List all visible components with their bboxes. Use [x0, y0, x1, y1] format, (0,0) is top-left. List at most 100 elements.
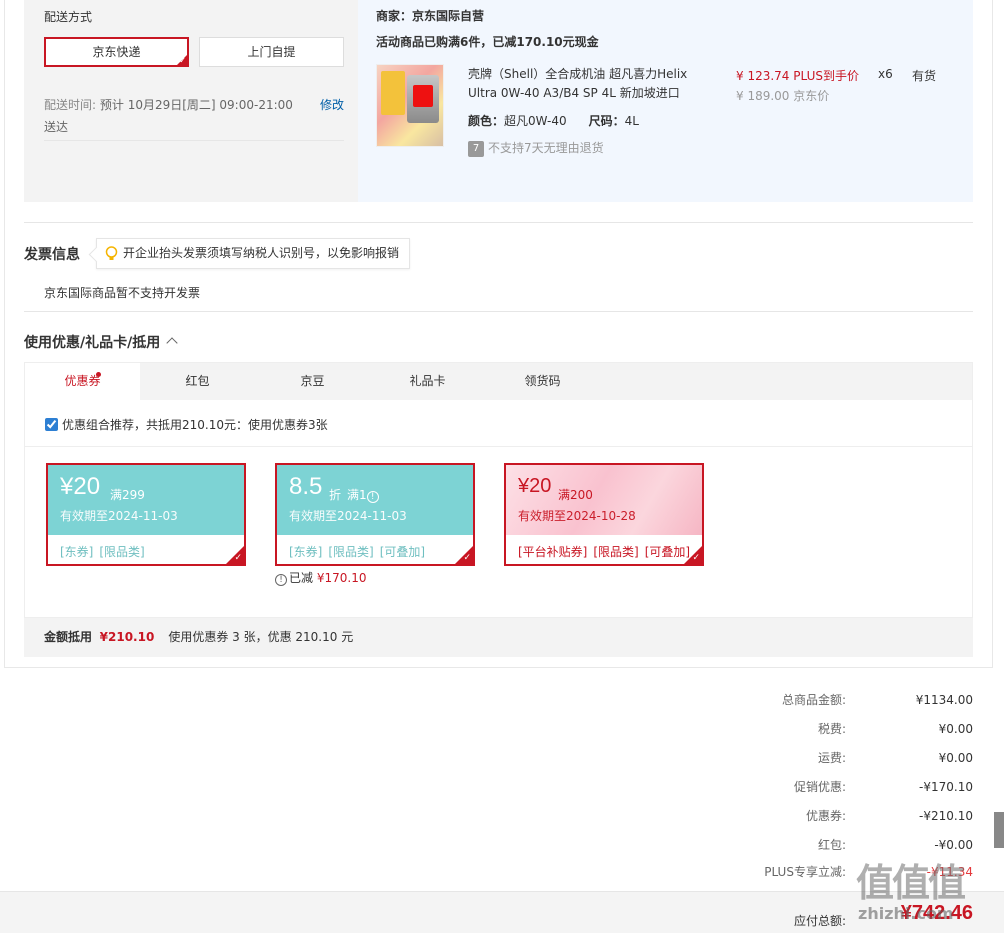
coupon-tags: [平台补贴券] [限品类] [可叠加] — [518, 543, 696, 560]
coupon-tag: [东券] — [289, 545, 323, 559]
tab-coupons[interactable]: 优惠券 — [25, 363, 140, 400]
coupon-section-toggle[interactable]: 使用优惠/礼品卡/抵用 — [24, 332, 178, 352]
side-feedback-tab[interactable] — [994, 812, 1004, 848]
product-jd-price: ¥ 189.00 京东价 — [736, 89, 830, 103]
coupon-card[interactable]: ¥20 满299 有效期至2024-11-03 [东券] [限品类] ✓ — [46, 463, 246, 566]
coupon-tag: [平台补贴券] — [518, 545, 588, 559]
return-policy: 7 不支持7天无理由退货 — [468, 139, 604, 157]
edit-delivery-time-link[interactable]: 修改 — [320, 94, 344, 116]
info-icon: ! — [275, 574, 287, 586]
combo-checkbox[interactable] — [45, 418, 58, 431]
delivery-time: 配送时间: 预计 10月29日[周二] 09:00-21:00 送达 修改 — [44, 94, 344, 138]
tab-red-packet[interactable]: 红包 — [140, 363, 255, 400]
return-policy-text: 不支持7天无理由退货 — [488, 141, 604, 155]
ship-option-label: 京东快递 — [92, 45, 141, 59]
tab-redeem-code[interactable]: 领货码 — [485, 363, 600, 400]
coupon-card[interactable]: 8.5 折 满1! 有效期至2024-11-03 [东券] [限品类] [可叠加] … — [275, 463, 475, 566]
footer-amount: ¥210.10 — [99, 630, 155, 644]
summary-row: 优惠券: -¥210.10 — [673, 806, 973, 826]
chevron-up-icon — [166, 337, 178, 349]
tab-label: 京豆 — [300, 374, 325, 388]
tab-label: 红包 — [185, 374, 210, 388]
divider — [24, 222, 973, 223]
size-label: 尺码： — [588, 114, 625, 128]
invoice-note: 京东国际商品暂不支持开发票 — [44, 286, 201, 300]
summary-row: 税费: ¥0.00 — [673, 719, 973, 739]
divider — [44, 140, 344, 141]
used-label: 已减 — [289, 571, 314, 585]
coupon-condition: 满299 — [110, 488, 145, 502]
watermark-text: zhizhi.com — [858, 904, 954, 923]
invoice-tip-text: 开企业抬头发票须填写纳税人识别号，以免影响报销 — [123, 246, 400, 260]
coupon-tabs: 优惠券 红包 京豆 礼品卡 领货码 — [25, 363, 972, 400]
coupon-amount: ¥20 — [60, 473, 101, 500]
delivery-title: 配送方式 — [44, 10, 93, 24]
check-icon: ✓ — [234, 553, 242, 563]
coupon-panel: 优惠券 红包 京豆 礼品卡 领货码 优惠组合推荐，共抵用210.10元：使用优惠… — [24, 362, 973, 618]
notification-dot — [96, 372, 101, 377]
no-return-icon: 7 — [468, 140, 484, 157]
total-bar: 应付总额: ¥742.46 — [0, 891, 1004, 933]
coupon-validity: 有效期至2024-10-28 — [518, 509, 636, 523]
invoice-title: 发票信息 — [24, 247, 80, 263]
lightbulb-icon — [105, 246, 118, 260]
summary-label: 促销优惠: — [793, 780, 846, 794]
summary-label: PLUS专享立减: — [764, 865, 846, 879]
coupon-tag: [限品类] — [99, 545, 145, 559]
merchant-name: 商家：京东国际自营 — [376, 9, 485, 23]
summary-label: 红包: — [817, 838, 846, 852]
ship-option-jd-express[interactable]: 京东快递 ✓ — [44, 37, 189, 67]
check-icon: ✓ — [463, 553, 471, 563]
size-value: 4L — [624, 114, 639, 128]
info-icon[interactable]: ! — [366, 491, 379, 503]
delivery-section: 配送方式 京东快递 ✓ 上门自提 配送时间: 预计 10月29日[周二] 09:… — [24, 0, 973, 202]
summary-row: 运费: ¥0.00 — [673, 748, 973, 768]
tab-jd-beans[interactable]: 京豆 — [255, 363, 370, 400]
combo-recommend[interactable]: 优惠组合推荐，共抵用210.10元：使用优惠券3张 — [45, 416, 328, 433]
product-quantity: x6 — [878, 67, 893, 81]
coupon-tags: [东券] [限品类] — [60, 543, 151, 560]
footer-text: 使用优惠券 3 张，优惠 210.10 元 — [168, 630, 354, 644]
coupon-footer: 金额抵用 ¥210.10 使用优惠券 3 张，优惠 210.10 元 — [24, 618, 973, 657]
ship-option-pickup[interactable]: 上门自提 — [199, 37, 344, 67]
tab-label: 礼品卡 — [409, 374, 446, 388]
coupon-condition: 满200 — [558, 488, 593, 502]
site-watermark: 值值值 zhizhi.com — [856, 852, 996, 924]
color-value: 超凡0W-40 — [504, 114, 567, 128]
tab-label: 领货码 — [524, 374, 561, 388]
coupon-used-amount: ! 已减 ¥170.10 — [275, 569, 366, 586]
coupon-amount: 8.5 — [289, 473, 323, 500]
coupon-condition: 满1! — [347, 486, 379, 503]
summary-value: ¥1134.00 — [915, 693, 973, 707]
ship-option-label: 上门自提 — [247, 45, 296, 59]
summary-label: 税费: — [817, 722, 846, 736]
summary-row: 促销优惠: -¥170.10 — [673, 777, 973, 797]
coupon-tags: [东券] [限品类] [可叠加] — [289, 543, 431, 560]
summary-value: -¥210.10 — [919, 809, 973, 823]
coupon-card[interactable]: ¥20 满200 有效期至2024-10-28 [平台补贴券] [限品类] [可叠加… — [504, 463, 704, 566]
product-attributes: 颜色：超凡0W-40 尺码：4L — [468, 112, 639, 129]
product-name[interactable]: 壳牌（Shell）全合成机油 超凡喜力Helix Ultra 0W-40 A3/… — [468, 65, 718, 103]
tab-gift-card[interactable]: 礼品卡 — [370, 363, 485, 400]
summary-value: ¥0.00 — [938, 722, 973, 736]
order-items-panel: 商家：京东国际自营 活动商品已购满6件，已减170.10元现金 壳牌（Shell… — [358, 0, 973, 202]
coupon-validity: 有效期至2024-11-03 — [289, 509, 407, 523]
coupon-amount: ¥20 — [518, 475, 552, 497]
summary-row: 总商品金额: ¥1134.00 — [673, 690, 973, 710]
watermark-logo: 值值值 — [856, 861, 966, 905]
coupon-tag: [限品类] — [328, 545, 374, 559]
promo-info: 活动商品已购满6件，已减170.10元现金 — [376, 35, 599, 49]
total-label: 应付总额: — [793, 914, 846, 928]
coupon-discount-unit: 折 — [329, 488, 342, 502]
summary-label: 总商品金额: — [781, 693, 846, 707]
summary-value: ¥0.00 — [938, 751, 973, 765]
product-image[interactable] — [376, 64, 444, 147]
tab-label: 优惠券 — [64, 374, 101, 388]
summary-label: 运费: — [817, 751, 846, 765]
check-icon: ✓ — [692, 553, 700, 563]
used-value: ¥170.10 — [316, 571, 367, 585]
coupon-validity: 有效期至2024-11-03 — [60, 509, 178, 523]
product-plus-price: ¥ 123.74 PLUS到手价 — [736, 69, 859, 83]
coupon-tag: [东券] — [60, 545, 94, 559]
summary-value: -¥170.10 — [919, 780, 973, 794]
